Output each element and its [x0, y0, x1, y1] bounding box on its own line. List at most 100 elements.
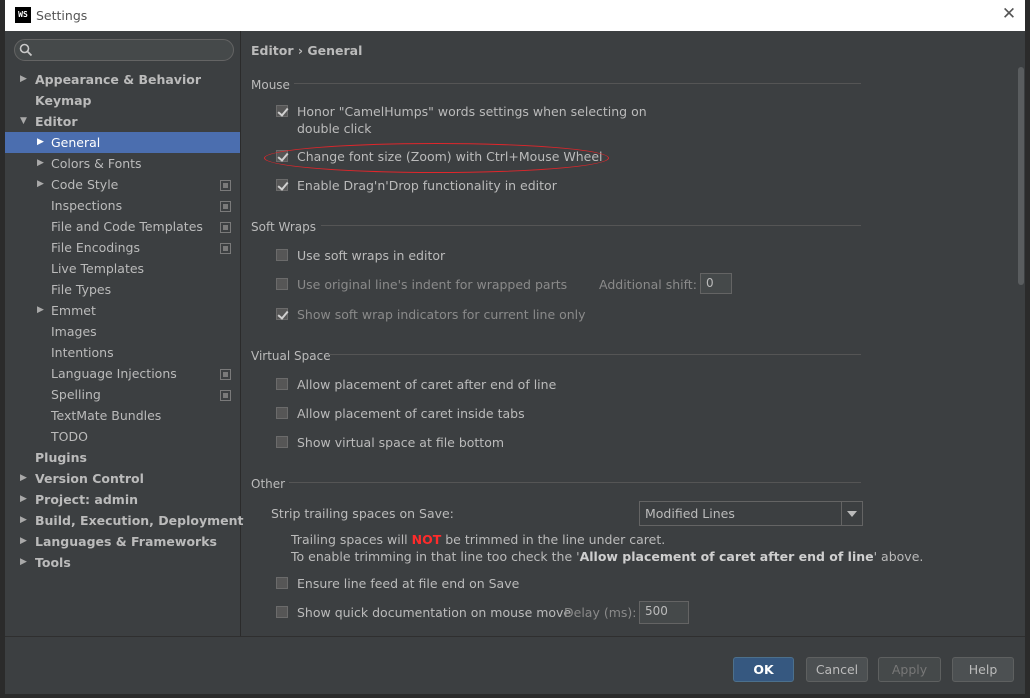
checkbox-box[interactable] — [276, 278, 288, 290]
checkbox-label: Ensure line feed at file end on Save — [297, 576, 520, 591]
checkbox-label: Allow placement of caret inside tabs — [297, 406, 525, 421]
project-scope-icon — [220, 243, 231, 254]
sidebar-item-label: Intentions — [51, 345, 114, 360]
settings-window: ▶ Appearance & Behavior Keymap ▼ Editor ▶ Gene… — [5, 31, 1025, 694]
sidebar-item-tools[interactable]: ▶ Tools — [5, 552, 240, 573]
sidebar-item-live-templates[interactable]: Live Templates — [5, 258, 240, 279]
checkbox-label: Use soft wraps in editor — [297, 248, 446, 263]
sidebar-item-label: File Encodings — [51, 240, 141, 255]
sidebar-item-label: Tools — [35, 555, 71, 570]
sidebar-item-version-control[interactable]: ▶ Version Control — [5, 468, 240, 489]
sidebar-item-inspections[interactable]: Inspections — [5, 195, 240, 216]
checkbox-box[interactable] — [276, 606, 288, 618]
apply-button[interactable]: Apply — [878, 657, 941, 682]
red-highlight-annotation — [264, 143, 609, 173]
settings-sidebar: ▶ Appearance & Behavior Keymap ▼ Editor ▶ Gene… — [5, 31, 243, 636]
sidebar-item-label: Colors & Fonts — [51, 156, 142, 171]
note-text: ' above. — [873, 549, 924, 564]
checkbox-box[interactable] — [276, 407, 288, 419]
collapsed-arrow-icon[interactable]: ▶ — [20, 468, 27, 489]
collapsed-arrow-icon[interactable]: ▶ — [37, 300, 44, 321]
sidebar-item-label: Inspections — [51, 198, 123, 213]
sidebar-item-spelling[interactable]: Spelling — [5, 384, 240, 405]
strip-trailing-select[interactable]: Modified Lines — [639, 501, 863, 526]
section-title-mouse: Mouse — [251, 78, 290, 92]
sidebar-item-file-encodings[interactable]: File Encodings — [5, 237, 240, 258]
search-input[interactable] — [37, 41, 231, 60]
delay-input[interactable]: 500 — [639, 601, 689, 624]
note-text: To enable trimming in that line too chec… — [291, 549, 580, 564]
sidebar-item-emmet[interactable]: ▶ Emmet — [5, 300, 240, 321]
collapsed-arrow-icon[interactable]: ▶ — [20, 510, 27, 531]
dialog-footer: OK Cancel Apply Help — [5, 636, 1025, 694]
checkbox-label: Enable Drag'n'Drop functionality in edit… — [297, 178, 557, 193]
collapsed-arrow-icon[interactable]: ▶ — [37, 153, 44, 174]
collapsed-arrow-icon[interactable]: ▶ — [37, 174, 44, 195]
strip-trailing-label: Strip trailing spaces on Save: — [271, 506, 454, 521]
sidebar-item-label: Spelling — [51, 387, 101, 402]
collapsed-arrow-icon[interactable]: ▶ — [20, 69, 27, 90]
sidebar-item-label: Project: admin — [35, 492, 139, 507]
collapsed-arrow-icon[interactable]: ▶ — [37, 132, 44, 153]
sidebar-item-appearance-behavior[interactable]: ▶ Appearance & Behavior — [5, 69, 240, 90]
checkbox-box[interactable] — [276, 308, 288, 320]
collapsed-arrow-icon[interactable]: ▶ — [20, 552, 27, 573]
checkbox-label: Use original line's indent for wrapped p… — [297, 277, 568, 292]
sidebar-item-file-and-code-templates[interactable]: File and Code Templates — [5, 216, 240, 237]
app-icon: WS — [15, 7, 31, 23]
sidebar-item-languages-frameworks[interactable]: ▶ Languages & Frameworks — [5, 531, 240, 552]
delay-label: Delay (ms): — [564, 605, 637, 620]
sidebar-item-build-execution-deployment[interactable]: ▶ Build, Execution, Deployment — [5, 510, 243, 531]
checkbox-box[interactable] — [276, 378, 288, 390]
close-icon[interactable]: ✕ — [999, 4, 1019, 24]
sidebar-item-images[interactable]: Images — [5, 321, 240, 342]
project-scope-icon — [220, 222, 231, 233]
section-title-virtual-space: Virtual Space — [251, 349, 331, 363]
sidebar-item-file-types[interactable]: File Types — [5, 279, 240, 300]
sidebar-item-label: Images — [51, 324, 97, 339]
collapsed-arrow-icon[interactable]: ▶ — [20, 531, 27, 552]
sidebar-item-language-injections[interactable]: Language Injections — [5, 363, 240, 384]
checkbox-box[interactable] — [276, 436, 288, 448]
checkbox-label-continued: double click — [297, 121, 372, 136]
breadcrumb: Editor › General — [251, 43, 363, 58]
sidebar-item-label: Editor — [35, 114, 78, 129]
collapsed-arrow-icon[interactable]: ▶ — [20, 489, 27, 510]
sidebar-item-keymap[interactable]: Keymap — [5, 90, 240, 111]
checkbox-box[interactable] — [276, 105, 288, 117]
checkbox-box[interactable] — [276, 577, 288, 589]
section-divider — [329, 354, 861, 355]
checkbox-label: Show virtual space at file bottom — [297, 435, 505, 450]
sidebar-item-todo[interactable]: TODO — [5, 426, 240, 447]
settings-tree: ▶ Appearance & Behavior Keymap ▼ Editor ▶ Gene… — [5, 69, 243, 573]
checkbox-box[interactable] — [276, 179, 288, 191]
sidebar-item-plugins[interactable]: Plugins — [5, 447, 240, 468]
content-scrollbar-thumb[interactable] — [1018, 67, 1024, 285]
sidebar-item-editor[interactable]: ▼ Editor — [5, 111, 240, 132]
sidebar-item-colors-fonts[interactable]: ▶ Colors & Fonts — [5, 153, 240, 174]
sidebar-item-label: File and Code Templates — [51, 219, 203, 234]
sidebar-item-label: Version Control — [35, 471, 144, 486]
sidebar-item-code-style[interactable]: ▶ Code Style — [5, 174, 240, 195]
help-button[interactable]: Help — [952, 657, 1014, 682]
additional-shift-input[interactable]: 0 — [700, 273, 732, 294]
search-field[interactable] — [14, 39, 234, 61]
sidebar-item-label: TODO — [51, 429, 88, 444]
expanded-arrow-icon[interactable]: ▼ — [20, 111, 27, 132]
chevron-down-icon[interactable] — [841, 502, 862, 525]
sidebar-item-general[interactable]: ▶ General — [5, 132, 240, 153]
note-warning: NOT — [411, 532, 442, 547]
sidebar-item-project-admin[interactable]: ▶ Project: admin — [5, 489, 240, 510]
sidebar-item-label: File Types — [51, 282, 112, 297]
section-title-other: Other — [251, 477, 286, 491]
checkbox-box[interactable] — [276, 249, 288, 261]
cancel-button[interactable]: Cancel — [806, 657, 868, 682]
checkbox-label: Allow placement of caret after end of li… — [297, 377, 557, 392]
sidebar-item-label: Plugins — [35, 450, 87, 465]
sidebar-item-label: Keymap — [35, 93, 92, 108]
sidebar-item-textmate-bundles[interactable]: TextMate Bundles — [5, 405, 240, 426]
ok-button[interactable]: OK — [733, 657, 794, 682]
sidebar-item-intentions[interactable]: Intentions — [5, 342, 240, 363]
sidebar-item-label: General — [51, 135, 101, 150]
checkbox-label: Honor "CamelHumps" words settings when s… — [297, 104, 647, 119]
